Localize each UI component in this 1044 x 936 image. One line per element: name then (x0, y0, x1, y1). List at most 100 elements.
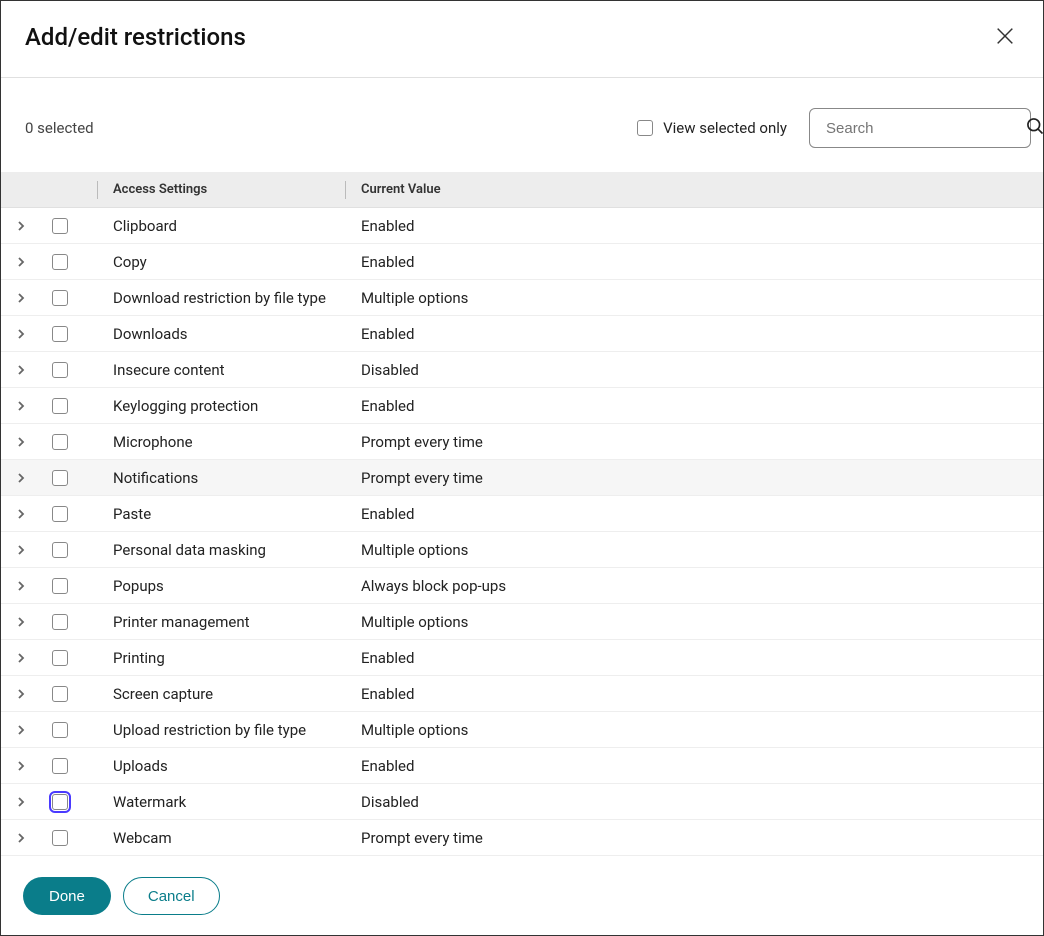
row-checkbox[interactable] (52, 722, 68, 738)
row-checkbox[interactable] (52, 614, 68, 630)
current-value: Enabled (345, 685, 1043, 703)
table-row[interactable]: Upload restriction by file typeMultiple … (1, 712, 1043, 748)
chevron-right-icon (16, 793, 26, 811)
selected-count: 0 selected (25, 119, 94, 137)
view-selected-toggle[interactable]: View selected only (637, 119, 787, 137)
current-value: Prompt every time (345, 433, 1043, 451)
table-body: ClipboardEnabledCopyEnabledDownload rest… (1, 208, 1043, 856)
table-row[interactable]: DownloadsEnabled (1, 316, 1043, 352)
setting-name: Clipboard (97, 217, 345, 235)
expand-toggle[interactable] (1, 793, 41, 811)
close-button[interactable] (991, 23, 1019, 51)
table-row[interactable]: Screen captureEnabled (1, 676, 1043, 712)
current-value: Enabled (345, 397, 1043, 415)
table-row[interactable]: Printer managementMultiple options (1, 604, 1043, 640)
row-checkbox[interactable] (52, 506, 68, 522)
table-row[interactable]: Download restriction by file typeMultipl… (1, 280, 1043, 316)
setting-name: Insecure content (97, 361, 345, 379)
table-row[interactable]: Personal data maskingMultiple options (1, 532, 1043, 568)
current-value: Enabled (345, 253, 1043, 271)
setting-name: Paste (97, 505, 345, 523)
table-row[interactable]: UploadsEnabled (1, 748, 1043, 784)
current-value: Prompt every time (345, 469, 1043, 487)
chevron-right-icon (16, 757, 26, 775)
table-row[interactable]: NotificationsPrompt every time (1, 460, 1043, 496)
row-checkbox[interactable] (52, 470, 68, 486)
chevron-right-icon (16, 649, 26, 667)
table-row[interactable]: Insecure contentDisabled (1, 352, 1043, 388)
row-checkbox[interactable] (52, 542, 68, 558)
table-row[interactable]: ClipboardEnabled (1, 208, 1043, 244)
expand-toggle[interactable] (1, 685, 41, 703)
row-checkbox[interactable] (52, 794, 68, 810)
chevron-right-icon (16, 721, 26, 739)
row-checkbox[interactable] (52, 326, 68, 342)
row-checkbox[interactable] (52, 290, 68, 306)
current-value: Enabled (345, 505, 1043, 523)
setting-name: Uploads (97, 757, 345, 775)
view-selected-checkbox[interactable] (637, 120, 653, 136)
row-checkbox[interactable] (52, 398, 68, 414)
expand-toggle[interactable] (1, 253, 41, 271)
expand-toggle[interactable] (1, 217, 41, 235)
row-checkbox[interactable] (52, 758, 68, 774)
chevron-right-icon (16, 397, 26, 415)
expand-toggle[interactable] (1, 757, 41, 775)
setting-name: Printing (97, 649, 345, 667)
dialog-footer: Done Cancel (1, 857, 1043, 935)
table-row[interactable]: PopupsAlways block pop-ups (1, 568, 1043, 604)
row-checkbox[interactable] (52, 362, 68, 378)
setting-name: Downloads (97, 325, 345, 343)
expand-toggle[interactable] (1, 433, 41, 451)
row-checkbox[interactable] (52, 686, 68, 702)
setting-name: Popups (97, 577, 345, 595)
expand-toggle[interactable] (1, 325, 41, 343)
chevron-right-icon (16, 505, 26, 523)
row-checkbox[interactable] (52, 830, 68, 846)
table-row[interactable]: PrintingEnabled (1, 640, 1043, 676)
setting-name: Notifications (97, 469, 345, 487)
expand-toggle[interactable] (1, 289, 41, 307)
current-value: Multiple options (345, 721, 1043, 739)
toolbar-right: View selected only (637, 108, 1031, 148)
row-checkbox[interactable] (52, 578, 68, 594)
table-row[interactable]: PasteEnabled (1, 496, 1043, 532)
chevron-right-icon (16, 685, 26, 703)
expand-toggle[interactable] (1, 541, 41, 559)
column-access-settings[interactable]: Access Settings (97, 182, 345, 197)
search-field[interactable] (809, 108, 1031, 148)
expand-toggle[interactable] (1, 397, 41, 415)
row-checkbox[interactable] (52, 218, 68, 234)
expand-toggle[interactable] (1, 361, 41, 379)
table-row[interactable]: WebcamPrompt every time (1, 820, 1043, 856)
search-input[interactable] (826, 120, 1025, 137)
current-value: Disabled (345, 793, 1043, 811)
row-checkbox[interactable] (52, 254, 68, 270)
chevron-right-icon (16, 253, 26, 271)
current-value: Disabled (345, 361, 1043, 379)
expand-toggle[interactable] (1, 649, 41, 667)
cancel-button[interactable]: Cancel (123, 877, 220, 915)
expand-toggle[interactable] (1, 613, 41, 631)
table-row[interactable]: CopyEnabled (1, 244, 1043, 280)
table-row[interactable]: MicrophonePrompt every time (1, 424, 1043, 460)
setting-name: Watermark (97, 793, 345, 811)
done-button[interactable]: Done (23, 877, 111, 915)
table-row[interactable]: Keylogging protectionEnabled (1, 388, 1043, 424)
table-row[interactable]: WatermarkDisabled (1, 784, 1043, 820)
current-value: Enabled (345, 757, 1043, 775)
expand-toggle[interactable] (1, 577, 41, 595)
expand-toggle[interactable] (1, 505, 41, 523)
expand-toggle[interactable] (1, 721, 41, 739)
column-current-value[interactable]: Current Value (345, 182, 1043, 197)
toolbar: 0 selected View selected only (1, 78, 1043, 172)
chevron-right-icon (16, 325, 26, 343)
expand-toggle[interactable] (1, 469, 41, 487)
row-checkbox[interactable] (52, 434, 68, 450)
row-checkbox[interactable] (52, 650, 68, 666)
current-value: Enabled (345, 325, 1043, 343)
current-value: Enabled (345, 217, 1043, 235)
expand-toggle[interactable] (1, 829, 41, 847)
setting-name: Webcam (97, 829, 345, 847)
table-header: Access Settings Current Value (1, 172, 1043, 208)
